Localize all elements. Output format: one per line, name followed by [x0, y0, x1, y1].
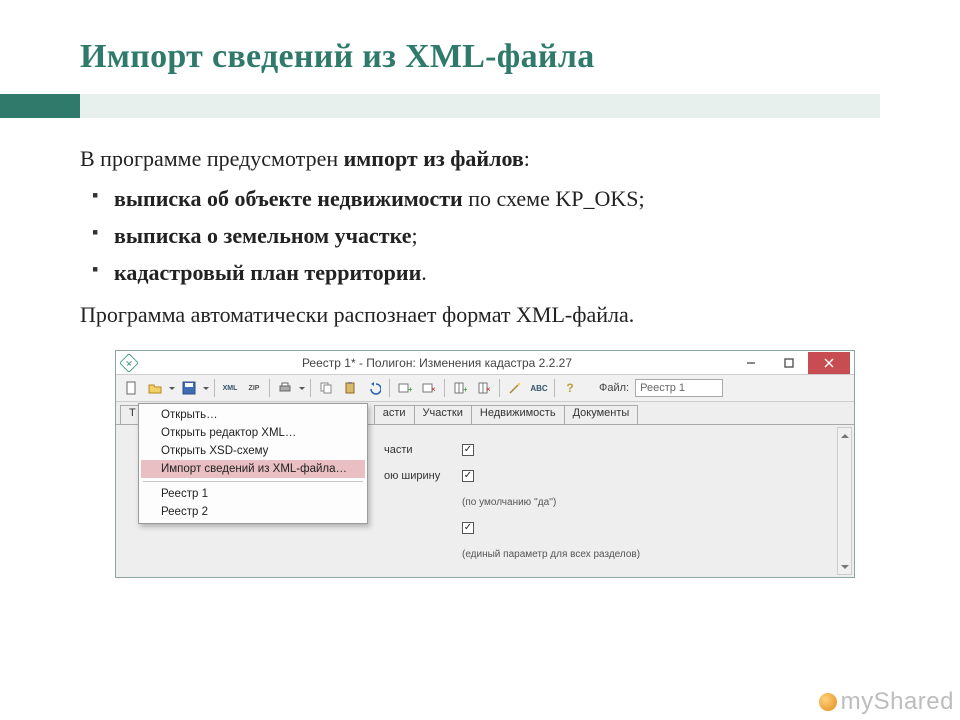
row2-checkbox[interactable] [462, 470, 474, 482]
row1-checkbox[interactable] [462, 444, 474, 456]
bullet-1-rest: по схеме KP_OKS; [463, 186, 645, 211]
bullet-2-bold: выписка о земельном участке [114, 223, 411, 248]
separator-icon [444, 379, 445, 397]
close-button[interactable] [808, 352, 850, 374]
bullet-1-bold: выписка об объекте недвижимости [114, 186, 463, 211]
row2-label: ою ширину [384, 470, 454, 482]
slide-title: Импорт сведений из XML-файла [80, 38, 890, 76]
undo-button[interactable] [363, 378, 385, 398]
vertical-scrollbar[interactable] [837, 427, 852, 575]
separator-icon [214, 379, 215, 397]
window-title: Реестр 1* - Полигон: Изменения кадастра … [142, 356, 732, 370]
paste-button[interactable] [339, 378, 361, 398]
new-file-button[interactable] [120, 378, 142, 398]
menu-open-xml-editor[interactable]: Открыть редактор XML… [141, 424, 365, 442]
row3-checkbox[interactable] [462, 522, 474, 534]
menu-reestr-2[interactable]: Реестр 2 [141, 503, 365, 521]
bullet-2-rest: ; [411, 223, 417, 248]
app-window: Реестр 1* - Полигон: Изменения кадастра … [115, 350, 855, 578]
scroll-down-icon[interactable] [838, 560, 851, 574]
minimize-button[interactable] [732, 352, 770, 374]
tab-areas[interactable]: асти [374, 405, 415, 424]
save-dropdown-arrow[interactable] [202, 384, 210, 393]
bullet-3: кадастровый план территории. [114, 256, 890, 290]
separator-icon [310, 379, 311, 397]
print-button[interactable] [274, 378, 296, 398]
titlebar[interactable]: Реестр 1* - Полигон: Изменения кадастра … [116, 351, 854, 375]
open-dropdown-arrow[interactable] [168, 384, 176, 393]
separator-icon [389, 379, 390, 397]
slide-body: В программе предусмотрен импорт из файло… [80, 142, 890, 332]
separator-icon [499, 379, 500, 397]
app-icon [119, 353, 139, 373]
separator-icon [554, 379, 555, 397]
menu-open-xsd[interactable]: Открыть XSD-схему [141, 442, 365, 460]
delete-row-button[interactable]: × [418, 378, 440, 398]
xml-button[interactable]: XML [219, 378, 241, 398]
intro-bold: импорт из файлов [344, 146, 524, 171]
tab-plots[interactable]: Участки [414, 405, 472, 424]
intro-suffix: : [524, 146, 530, 171]
file-label: Файл: [599, 382, 629, 394]
copy-button[interactable] [315, 378, 337, 398]
bullet-1: выписка об объекте недвижимости по схеме… [114, 182, 890, 216]
delete-col-button[interactable]: × [473, 378, 495, 398]
maximize-button[interactable] [770, 352, 808, 374]
help-button[interactable]: ? [559, 378, 581, 398]
svg-text:×: × [431, 385, 436, 394]
open-file-button[interactable] [144, 378, 166, 398]
svg-text:+: + [408, 385, 412, 394]
svg-text:+: + [463, 385, 467, 394]
row1-label: части [384, 444, 454, 456]
intro-line: В программе предусмотрен импорт из файло… [80, 142, 890, 176]
zip-button[interactable]: ZIP [243, 378, 265, 398]
add-row-button[interactable]: + [394, 378, 416, 398]
svg-text:×: × [486, 385, 491, 394]
tab-docs[interactable]: Документы [564, 405, 639, 424]
row3-hint: (единый параметр для всех разделов) [462, 549, 640, 560]
print-dropdown-arrow[interactable] [298, 384, 306, 393]
watermark-icon [819, 693, 837, 711]
intro-prefix: В программе предусмотрен [80, 146, 344, 171]
menu-reestr-1[interactable]: Реестр 1 [141, 485, 365, 503]
watermark-text: myShared [841, 688, 954, 716]
open-dropdown-menu: Открыть… Открыть редактор XML… Открыть X… [138, 403, 368, 524]
menu-import-xml[interactable]: Импорт сведений из XML-файла… [141, 460, 365, 478]
outro-line: Программа автоматически распознает форма… [80, 298, 890, 332]
wand-button[interactable] [504, 378, 526, 398]
content-area: Открыть… Открыть редактор XML… Открыть X… [116, 424, 854, 577]
file-name-field[interactable]: Реестр 1 [635, 379, 723, 397]
watermark: myShared [819, 688, 954, 716]
row2-hint: (по умолчанию ''да'') [462, 497, 556, 508]
bullet-2: выписка о земельном участке; [114, 219, 890, 253]
tab-realty[interactable]: Недвижимость [471, 405, 565, 424]
separator-icon [269, 379, 270, 397]
accent-bar [0, 94, 880, 118]
menu-open[interactable]: Открыть… [141, 406, 365, 424]
bullet-3-rest: . [421, 260, 427, 285]
scroll-up-icon[interactable] [838, 428, 851, 442]
add-col-button[interactable]: + [449, 378, 471, 398]
save-button[interactable] [178, 378, 200, 398]
spellcheck-button[interactable]: ABC [528, 378, 550, 398]
menu-separator [143, 481, 363, 482]
toolbar: XML ZIP + × + × ABC ? Файл: Реестр 1 [116, 375, 854, 402]
bullet-3-bold: кадастровый план территории [114, 260, 421, 285]
